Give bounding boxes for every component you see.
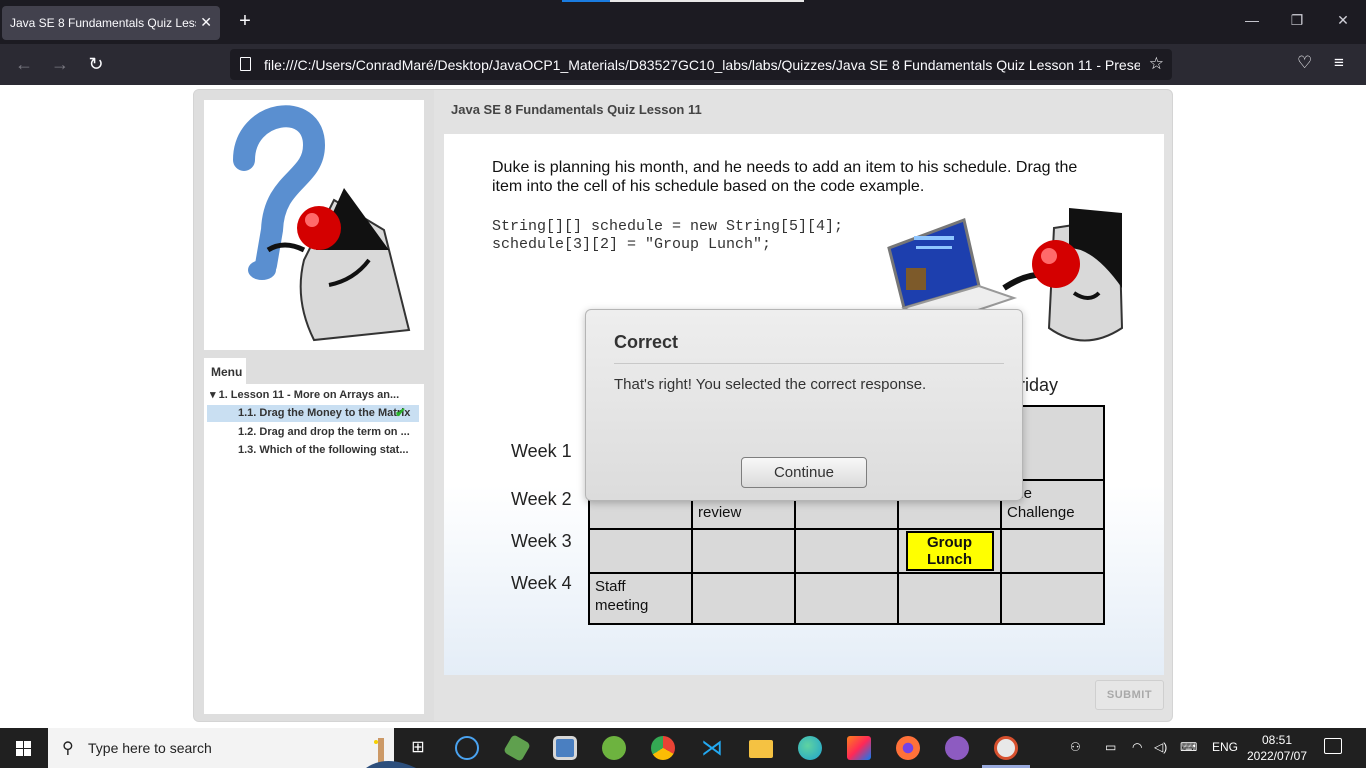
dialog-divider xyxy=(614,363,1004,364)
browser-tab-bar: Java SE 8 Fundamentals Quiz Lesson 11 - … xyxy=(0,0,1366,44)
new-tab-button[interactable]: + xyxy=(234,10,256,32)
schedule-cell[interactable] xyxy=(794,528,899,574)
url-text[interactable]: file:///C:/Users/ConradMaré/Desktop/Java… xyxy=(264,57,1140,73)
forward-icon[interactable]: → xyxy=(49,54,71,75)
search-placeholder: Type here to search xyxy=(88,740,212,756)
submit-button[interactable]: SUBMIT xyxy=(1095,680,1164,710)
nodejs-icon[interactable] xyxy=(503,734,531,762)
virtualbox-icon[interactable] xyxy=(553,736,577,760)
menu-tab[interactable]: Menu xyxy=(204,358,246,384)
pocket-icon[interactable]: ♡ xyxy=(1297,53,1312,73)
expand-arrow-icon[interactable]: ▾ xyxy=(210,389,219,401)
cell-text: Staff xyxy=(595,578,626,595)
back-icon[interactable]: ← xyxy=(13,54,35,75)
page-title: Java SE 8 Fundamentals Quiz Lesson 11 xyxy=(451,102,702,117)
week-3-label: Week 3 xyxy=(511,531,572,551)
menu-item-lesson[interactable]: ▾ 1. Lesson 11 - More on Arrays an... xyxy=(210,388,422,401)
page-icon xyxy=(240,57,251,71)
chrome-icon[interactable] xyxy=(651,736,675,760)
people-icon[interactable]: ⚇ xyxy=(1070,740,1081,754)
language-indicator[interactable]: ENG xyxy=(1212,740,1238,754)
clock-time: 08:51 xyxy=(1261,733,1293,747)
schedule-cell[interactable] xyxy=(897,572,1002,625)
schedule-cell[interactable]: Staff meeting xyxy=(588,572,693,625)
menu-item-1-2[interactable]: 1.2. Drag and drop the term on ... xyxy=(238,426,422,438)
schedule-cell[interactable] xyxy=(691,528,796,574)
battery-icon[interactable]: ▭ xyxy=(1105,740,1116,754)
address-bar[interactable]: file:///C:/Users/ConradMaré/Desktop/Java… xyxy=(230,49,1172,80)
spring-tools-icon[interactable] xyxy=(602,736,626,760)
tab-title: Java SE 8 Fundamentals Quiz Lesson 11 - … xyxy=(10,16,196,30)
schedule-cell[interactable] xyxy=(588,528,693,574)
file-explorer-icon[interactable] xyxy=(749,740,773,758)
firefox-icon[interactable] xyxy=(896,736,920,760)
system-clock[interactable]: 08:51 2022/07/07 xyxy=(1240,732,1314,764)
schedule-cell[interactable] xyxy=(691,572,796,625)
taskbar-search[interactable]: ⚲ Type here to search xyxy=(48,728,416,768)
question-text: Duke is planning his month, and he needs… xyxy=(492,159,1078,195)
checkmark-icon: ✔ xyxy=(395,405,406,420)
hamburger-menu-icon[interactable]: ≡ xyxy=(1334,53,1344,73)
taskbar: ⚲ Type here to search ⊞ ⋊ ⚇ ▭ ◠ ◁) ⌨ ENG… xyxy=(0,728,1366,768)
cell-text: meeting xyxy=(595,597,649,614)
close-icon[interactable]: ✕ xyxy=(1335,12,1351,29)
minimize-icon[interactable]: — xyxy=(1244,12,1260,28)
dialog-message: That's right! You selected the correct r… xyxy=(614,376,927,393)
schedule-cell[interactable] xyxy=(1000,528,1105,574)
continue-button[interactable]: Continue xyxy=(741,457,867,488)
cell-text: review xyxy=(698,504,742,521)
top-indicator xyxy=(562,0,804,2)
duke-logo xyxy=(204,100,424,350)
clock-date: 2022/07/07 xyxy=(1246,749,1308,763)
friday-header: riday xyxy=(1019,375,1059,395)
edge-icon[interactable] xyxy=(798,736,822,760)
volume-icon[interactable]: ◁) xyxy=(1154,740,1167,754)
search-icon: ⚲ xyxy=(62,740,74,757)
group-lunch-drag-item[interactable]: Group Lunch xyxy=(905,531,994,571)
github-desktop-icon[interactable] xyxy=(945,736,969,760)
intellij-icon[interactable] xyxy=(847,736,871,760)
bookmark-star-icon[interactable]: ☆ xyxy=(1149,54,1164,74)
cell-text: Challenge xyxy=(1007,504,1075,521)
presenter-app-icon[interactable] xyxy=(994,736,1018,760)
windows-logo-icon xyxy=(16,741,31,756)
windows-start-icon[interactable] xyxy=(0,728,48,768)
dialog-title: Correct xyxy=(614,332,679,352)
week-1-label: Week 1 xyxy=(511,441,572,461)
restore-icon[interactable]: ❐ xyxy=(1289,12,1305,29)
feedback-dialog: Correct That's right! You selected the c… xyxy=(585,309,1023,501)
cortana-icon[interactable] xyxy=(455,736,479,760)
schedule-cell[interactable] xyxy=(1000,572,1105,625)
week-2-label: Week 2 xyxy=(511,489,572,509)
notification-center-icon[interactable] xyxy=(1324,738,1342,754)
browser-nav-bar: ← → ↻ file:///C:/Users/ConradMaré/Deskto… xyxy=(0,44,1366,85)
keyboard-icon[interactable]: ⌨ xyxy=(1180,740,1197,754)
duke-question-illustration xyxy=(233,105,411,342)
menu-item-1-1[interactable]: 1.1. Drag the Money to the Matrix ✔ xyxy=(207,405,419,422)
wifi-icon[interactable]: ◠ xyxy=(1132,740,1142,754)
tab-close-icon[interactable]: ✕ xyxy=(200,14,212,31)
browser-tab[interactable]: Java SE 8 Fundamentals Quiz Lesson 11 - … xyxy=(2,6,220,40)
menu-tree: ▾ 1. Lesson 11 - More on Arrays an... 1.… xyxy=(204,384,424,714)
vscode-icon[interactable]: ⋊ xyxy=(700,736,724,760)
schedule-cell[interactable] xyxy=(794,572,899,625)
code-line-1: String[][] schedule = new String[5][4]; xyxy=(492,218,844,235)
top-indicator-accent xyxy=(562,0,610,2)
menu-item-label: 1.1. Drag the Money to the Matrix xyxy=(238,407,411,419)
schedule-cell[interactable]: Group Lunch xyxy=(897,528,1002,574)
task-view-icon[interactable]: ⊞ xyxy=(406,736,430,760)
week-4-label: Week 4 xyxy=(511,573,572,593)
reload-icon[interactable]: ↻ xyxy=(85,54,107,75)
code-example: String[][] schedule = new String[5][4]; s… xyxy=(492,218,843,254)
code-line-2: schedule[3][2] = "Group Lunch"; xyxy=(492,236,772,253)
sidebar: Menu ▾ 1. Lesson 11 - More on Arrays an.… xyxy=(194,90,434,721)
menu-item-1-3[interactable]: 1.3. Which of the following stat... xyxy=(238,444,422,456)
menu-item-label: 1. Lesson 11 - More on Arrays an... xyxy=(218,389,400,401)
